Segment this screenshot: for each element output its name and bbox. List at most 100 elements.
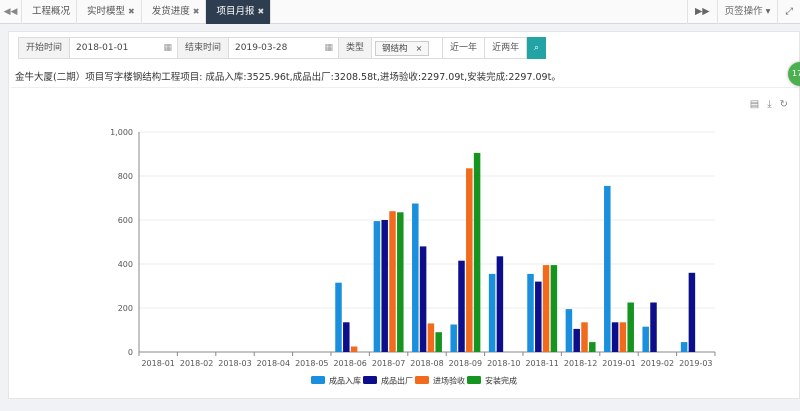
- x-tick-label: 2018-11: [525, 359, 558, 368]
- bar: [550, 265, 558, 352]
- x-tick-label: 2019-03: [679, 359, 712, 368]
- bar: [581, 322, 588, 352]
- x-tick-label: 2018-08: [410, 359, 443, 368]
- page-ops-label: 页签操作: [724, 6, 763, 17]
- calendar-icon[interactable]: ▦: [325, 38, 334, 58]
- bar: [565, 309, 573, 352]
- remove-tag-icon[interactable]: ×: [416, 44, 423, 53]
- close-icon[interactable]: ✖: [193, 7, 200, 16]
- close-icon[interactable]: ✖: [257, 7, 264, 16]
- bar: [650, 302, 657, 352]
- bar: [627, 302, 634, 352]
- type-select[interactable]: 钢结构 ×: [372, 37, 444, 59]
- legend-swatch: [467, 376, 481, 384]
- bar: [350, 346, 358, 352]
- x-tick-label: 2018-10: [487, 359, 520, 368]
- tab-right-controls: ▶▶ 页签操作 ▾ ⤢: [686, 0, 800, 24]
- legend-label: 成品入库: [329, 376, 361, 386]
- bar: [466, 168, 473, 352]
- tab-label: 项目月报: [216, 6, 255, 17]
- bar: [427, 323, 435, 352]
- bar: [604, 185, 611, 352]
- bar: [573, 328, 580, 352]
- x-tick-label: 2018-01: [141, 359, 174, 368]
- calendar-icon[interactable]: ▦: [164, 38, 173, 58]
- legend-label: 成品出厂: [381, 376, 413, 386]
- bar: [343, 322, 350, 352]
- bar: [542, 265, 550, 352]
- bar: [435, 332, 442, 352]
- bar: [373, 221, 381, 352]
- y-tick-label: 400: [118, 260, 133, 269]
- legend-label: 安装完成: [485, 376, 517, 386]
- tab-label: 实时模型: [87, 6, 126, 17]
- bar: [488, 273, 496, 352]
- bar: [381, 220, 388, 352]
- filter-bar: 开始时间 2018-01-01 ▦ 结束时间 2019-03-28 ▦ 类型 钢结构…: [18, 37, 547, 59]
- bar: [496, 256, 504, 352]
- bar: [611, 322, 619, 352]
- y-tick-label: 1,000: [110, 128, 133, 137]
- x-tick-label: 2019-02: [641, 359, 674, 368]
- start-date-field[interactable]: 2018-01-01 ▦: [70, 37, 179, 59]
- refresh-icon[interactable]: ↻: [780, 99, 788, 110]
- bar: [473, 152, 481, 352]
- legend-label: 进场验收: [433, 376, 465, 386]
- close-icon[interactable]: ✖: [128, 7, 135, 16]
- bar: [458, 260, 465, 352]
- report-panel: 开始时间 2018-01-01 ▦ 结束时间 2019-03-28 ▦ 类型 钢结构…: [8, 31, 800, 399]
- x-tick-label: 2019-01: [602, 359, 635, 368]
- end-date-field[interactable]: 2019-03-28 ▦: [229, 37, 340, 59]
- bar: [642, 326, 649, 352]
- bar: [688, 272, 696, 352]
- end-date-label: 结束时间: [178, 37, 230, 59]
- tab-realtime-model[interactable]: 实时模型 ✖: [77, 0, 142, 24]
- tab-overview[interactable]: 工程概况: [22, 0, 78, 24]
- last-one-year-button[interactable]: 近一年: [443, 37, 486, 59]
- legend-swatch: [363, 376, 377, 384]
- x-tick-label: 2018-09: [449, 359, 482, 368]
- tab-scroll-right-icon[interactable]: ▶▶: [686, 0, 717, 24]
- bar: [589, 342, 596, 352]
- chart-toolbox: ▤ ⤓ ↻: [750, 99, 788, 110]
- page-ops-dropdown[interactable]: 页签操作 ▾: [716, 0, 778, 24]
- x-tick-label: 2018-04: [257, 359, 290, 368]
- tab-label: 发货进度: [151, 6, 190, 17]
- bar-chart: 0 200 400 600 800 1,000 2018-01 2018-02 2018-03 2…: [110, 128, 716, 386]
- chart-container: ▤ ⤓ ↻ 0 200 400 600 800 1,000 2018-01 2018-02 20…: [11, 87, 798, 395]
- fullscreen-icon[interactable]: ⤢: [777, 0, 800, 24]
- bar: [335, 282, 342, 352]
- download-icon[interactable]: ⤓: [767, 99, 771, 110]
- data-view-icon[interactable]: ▤: [750, 99, 759, 110]
- bar: [412, 203, 419, 352]
- bar: [397, 212, 404, 352]
- y-tick-label: 0: [128, 348, 133, 357]
- x-tick-label: 2018-06: [333, 359, 366, 368]
- x-tick-label: 2018-03: [218, 359, 251, 368]
- y-tick-label: 800: [118, 172, 133, 181]
- bar: [527, 273, 534, 352]
- y-tick-label: 600: [118, 216, 133, 225]
- tab-project-monthly[interactable]: 项目月报 ✖: [206, 0, 272, 24]
- bar: [619, 322, 627, 352]
- bar: [389, 211, 396, 352]
- type-tag-label: 钢结构: [382, 43, 408, 54]
- tab-bar: ◀◀ 工程概况 实时模型 ✖ 发货进度 ✖ 项目月报 ✖ ▶▶ 页签操作 ▾ ⤢: [0, 0, 800, 24]
- project-summary: 金牛大厦(二期）项目写字楼钢结构工程项目: 成品入库:3525.96t,成品出厂…: [15, 72, 561, 83]
- bar: [680, 342, 688, 352]
- legend-swatch: [311, 376, 325, 384]
- tab-list: 工程概况 实时模型 ✖ 发货进度 ✖ 项目月报 ✖: [22, 0, 272, 24]
- tab-scroll-left-icon[interactable]: ◀◀: [0, 0, 22, 24]
- tab-label: 工程概况: [32, 6, 71, 17]
- tab-shipping-progress[interactable]: 发货进度 ✖: [142, 0, 207, 24]
- bar: [450, 324, 457, 352]
- type-tag: 钢结构 ×: [375, 40, 430, 56]
- start-date-value: 2018-01-01: [76, 43, 129, 53]
- x-tick-label: 2018-02: [180, 359, 213, 368]
- end-date-value: 2019-03-28: [235, 43, 288, 53]
- legend-swatch: [415, 376, 429, 384]
- last-two-years-button[interactable]: 近两年: [485, 37, 528, 59]
- search-icon[interactable]: ⌕: [527, 37, 547, 59]
- x-tick-label: 2018-12: [564, 359, 597, 368]
- bar: [419, 246, 427, 352]
